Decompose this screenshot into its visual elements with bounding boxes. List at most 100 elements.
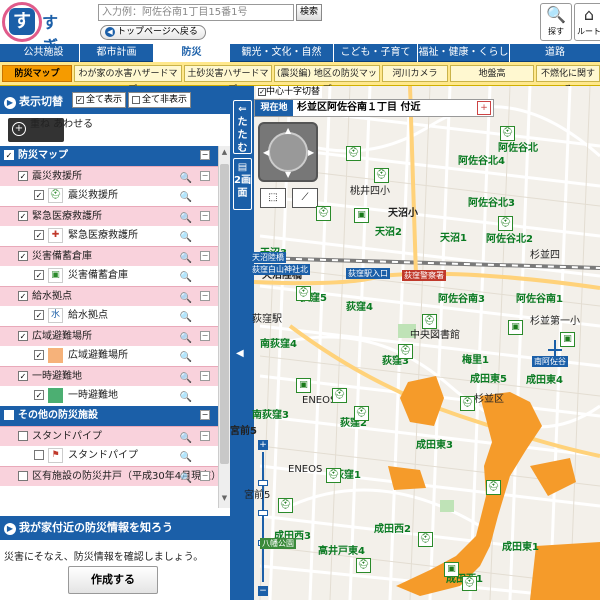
- layer-category[interactable]: 区有施設の防災井戸（平成30年4月現在） 🔍 −: [0, 466, 218, 486]
- relief-center-icon[interactable]: ⛑: [500, 126, 515, 141]
- search-button[interactable]: 検索: [296, 4, 322, 21]
- pan-left-icon[interactable]: ◀: [263, 148, 269, 157]
- pan-down-icon[interactable]: ▼: [285, 170, 291, 179]
- relief-center-icon[interactable]: ⛑: [356, 558, 371, 573]
- scroll-up-icon[interactable]: ▲: [219, 148, 230, 159]
- zoom-box-icon[interactable]: ⬚: [260, 188, 286, 208]
- collapse-panel-button[interactable]: ⇐ たたむ: [233, 100, 252, 154]
- layer-checkbox[interactable]: ✓: [34, 350, 44, 360]
- relief-center-icon[interactable]: ⛑: [486, 480, 501, 495]
- measure-line-icon[interactable]: ⟋: [292, 188, 318, 208]
- subnav-disaster-map[interactable]: 防災マップ: [2, 65, 72, 82]
- nav-children[interactable]: こども・子育て: [334, 44, 418, 62]
- layer-checkbox[interactable]: [18, 431, 28, 441]
- stockpile-warehouse-icon[interactable]: ▣: [560, 332, 575, 347]
- nav-tourism[interactable]: 観光・文化・自然: [230, 44, 334, 62]
- nav-disaster[interactable]: 防災: [154, 44, 230, 62]
- collapse-icon[interactable]: −: [200, 471, 210, 481]
- relief-center-icon[interactable]: ⛑: [398, 344, 413, 359]
- search-tool-button[interactable]: 🔍 探す: [540, 3, 572, 41]
- nav-welfare[interactable]: 福祉・健康・くらし: [418, 44, 510, 62]
- collapse-icon[interactable]: −: [200, 291, 210, 301]
- map-area[interactable]: ⇐ たたむ ▤ 2画面 ◀ ✓中心十字切替 現在地 杉並区阿佐谷南１丁目 付近 + …: [230, 86, 600, 600]
- zoom-to-layer-icon[interactable]: 🔍: [180, 188, 192, 207]
- stockpile-warehouse-icon[interactable]: ▣: [296, 378, 311, 393]
- pan-center[interactable]: [268, 132, 308, 172]
- zoom-to-layer-icon[interactable]: 🔍: [180, 228, 192, 247]
- layer-checkbox[interactable]: ✓: [18, 371, 28, 381]
- relief-center-icon[interactable]: ⛑: [354, 406, 369, 421]
- layer-checkbox[interactable]: [4, 410, 14, 420]
- relief-center-icon[interactable]: ⛑: [462, 576, 477, 591]
- layer-item[interactable]: ✓ 水給水拠点 🔍: [0, 306, 218, 326]
- subnav-landslide-hazard[interactable]: 土砂災害ハザードマップ: [184, 65, 272, 95]
- layer-list-scrollbar[interactable]: ▲ ▼: [218, 146, 230, 508]
- overlay-button[interactable]: + 重ね あわせる: [8, 118, 93, 142]
- layer-category[interactable]: ✓ 震災救援所 🔍 −: [0, 166, 218, 186]
- zoom-in-icon[interactable]: +: [258, 440, 268, 450]
- stockpile-warehouse-icon[interactable]: ▣: [444, 562, 459, 577]
- layer-item[interactable]: ⚑ スタンドパイプ 🔍: [0, 446, 218, 466]
- relief-center-icon[interactable]: ⛑: [326, 468, 341, 483]
- layer-item[interactable]: ✓ ▣ 災害備蓄倉庫 🔍: [0, 266, 218, 286]
- relief-center-icon[interactable]: ⛑: [278, 498, 293, 513]
- layer-checkbox[interactable]: ✓: [34, 310, 44, 320]
- layer-category[interactable]: ✓ 緊急医療救護所 🔍 −: [0, 206, 218, 226]
- nav-roads[interactable]: 道路: [510, 44, 600, 62]
- collapse-arrow-icon[interactable]: ◀: [236, 348, 244, 359]
- zoom-to-layer-icon[interactable]: 🔍: [180, 469, 192, 488]
- stockpile-warehouse-icon[interactable]: ▣: [354, 208, 369, 223]
- zoom-to-layer-icon[interactable]: 🔍: [180, 308, 192, 327]
- layer-item[interactable]: ✓ 一時避難地 🔍: [0, 386, 218, 406]
- zoom-track[interactable]: [262, 452, 264, 582]
- relief-center-icon[interactable]: ⛑: [374, 168, 389, 183]
- two-screen-button[interactable]: ▤ 2画面: [233, 158, 252, 210]
- top-page-button[interactable]: ◀ トップページへ戻る: [100, 25, 206, 40]
- layer-section[interactable]: ✓ 防災マップ −: [0, 146, 218, 166]
- stockpile-warehouse-icon[interactable]: ▣: [508, 320, 523, 335]
- subnav-flood-hazard[interactable]: わが家の水害ハザードマップ: [74, 65, 182, 95]
- layer-checkbox[interactable]: ✓: [34, 230, 44, 240]
- relief-center-icon[interactable]: ⛑: [418, 532, 433, 547]
- hide-all-button[interactable]: 全て非表示: [128, 92, 192, 108]
- collapse-icon[interactable]: −: [200, 150, 210, 160]
- zoom-to-layer-icon[interactable]: 🔍: [180, 388, 192, 407]
- layer-checkbox[interactable]: ✓: [34, 190, 44, 200]
- route-tool-button[interactable]: ⌂ ルート: [574, 3, 600, 41]
- nav-public-facilities[interactable]: 公共施設: [8, 44, 80, 62]
- collapse-icon[interactable]: −: [200, 251, 210, 261]
- layer-checkbox[interactable]: ✓: [34, 270, 44, 280]
- layer-checkbox[interactable]: ✓: [18, 171, 28, 181]
- layer-category[interactable]: スタンドパイプ 🔍 −: [0, 426, 218, 446]
- relief-center-icon[interactable]: ⛑: [346, 146, 361, 161]
- relief-center-icon[interactable]: ⛑: [316, 206, 331, 221]
- layer-checkbox[interactable]: [34, 450, 44, 460]
- center-cross-checkbox[interactable]: ✓: [258, 87, 266, 96]
- layer-section[interactable]: その他の防災施設 −: [0, 406, 218, 426]
- scroll-down-icon[interactable]: ▼: [219, 494, 230, 505]
- crosshair-icon[interactable]: +: [477, 101, 491, 115]
- layer-checkbox[interactable]: ✓: [18, 291, 28, 301]
- collapse-icon[interactable]: −: [200, 410, 210, 420]
- zoom-out-icon[interactable]: −: [258, 586, 268, 596]
- show-all-button[interactable]: ✓ 全て表示: [72, 92, 127, 108]
- address-search-input[interactable]: 入力例：阿佐谷南1丁目15番1号: [98, 4, 294, 21]
- layer-checkbox[interactable]: ✓: [4, 150, 14, 160]
- collapse-icon[interactable]: −: [200, 331, 210, 341]
- zoom-to-layer-icon[interactable]: 🔍: [180, 268, 192, 287]
- layer-checkbox[interactable]: ✓: [18, 211, 28, 221]
- layer-category[interactable]: ✓ 災害備蓄倉庫 🔍 −: [0, 246, 218, 266]
- pan-control[interactable]: ▲ ▼ ◀ ▶: [258, 122, 318, 182]
- relief-center-icon[interactable]: ⛑: [296, 286, 311, 301]
- collapse-icon[interactable]: −: [200, 431, 210, 441]
- relief-center-icon[interactable]: ⛑: [422, 314, 437, 329]
- pan-up-icon[interactable]: ▲: [285, 126, 291, 135]
- zoom-to-layer-icon[interactable]: 🔍: [180, 348, 192, 367]
- layer-checkbox[interactable]: [18, 471, 28, 481]
- collapse-icon[interactable]: −: [200, 371, 210, 381]
- subnav-earthquake-map[interactable]: (震災編) 地区の防災マップ: [274, 65, 380, 95]
- collapse-icon[interactable]: −: [200, 211, 210, 221]
- zoom-slider[interactable]: + −: [258, 440, 268, 600]
- scroll-thumb[interactable]: [220, 164, 229, 464]
- layer-item[interactable]: ✓ ✚ 緊急医療救護所 🔍: [0, 226, 218, 246]
